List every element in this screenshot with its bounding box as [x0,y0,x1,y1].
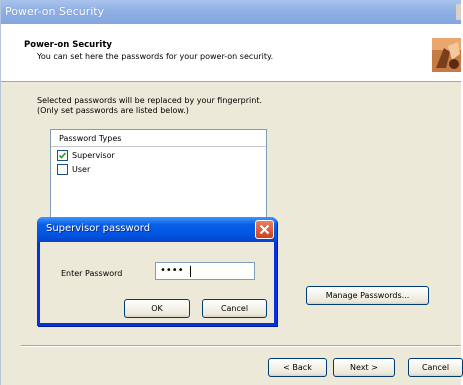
dialog-ok-button[interactable]: OK [124,299,190,318]
page-subtitle: You can set here the passwords for your … [37,52,274,61]
user-label: User [72,165,91,174]
page-title: Power-on Security [24,40,112,50]
password-mask: •••• [160,265,184,276]
manage-passwords-button[interactable]: Manage Passwords... [306,286,429,305]
next-button[interactable]: Next > [333,358,395,377]
cancel-button[interactable]: Cancel [408,358,463,377]
window-title: Power-on Security [5,5,105,18]
close-icon [259,224,270,235]
enter-password-label: Enter Password [61,269,123,278]
dialog-body: Enter Password •••• OK Cancel [40,242,274,323]
user-checkbox[interactable] [57,164,68,175]
password-types-header-label: Password Types [59,134,122,143]
intro-text: Selected passwords will be replaced by y… [37,96,262,116]
back-button[interactable]: < Back [268,358,327,377]
check-icon [58,152,67,159]
dialog-close-button[interactable] [255,220,274,239]
password-types-header: Password Types [51,130,266,147]
footer-separator [21,345,461,347]
dialog-title-bar: Supervisor password [37,217,277,242]
wizard-header: Power-on Security You can set here the p… [1,24,461,82]
title-bar-edge [456,4,461,20]
password-input[interactable]: •••• [155,262,255,280]
supervisor-label: Supervisor [72,151,115,160]
title-bar: Power-on Security [1,0,461,24]
supervisor-password-dialog: Supervisor password Enter Password •••• … [37,217,277,326]
intro-line-1: Selected passwords will be replaced by y… [37,96,263,105]
dialog-cancel-button[interactable]: Cancel [202,299,267,318]
security-header-image [432,38,461,72]
text-caret [190,266,191,277]
supervisor-checkbox[interactable] [57,150,68,161]
dialog-title: Supervisor password [46,223,151,234]
intro-line-2: (Only set passwords are listed below.) [37,106,189,115]
wizard-window: Power-on Security Power-on Security You … [0,0,463,385]
